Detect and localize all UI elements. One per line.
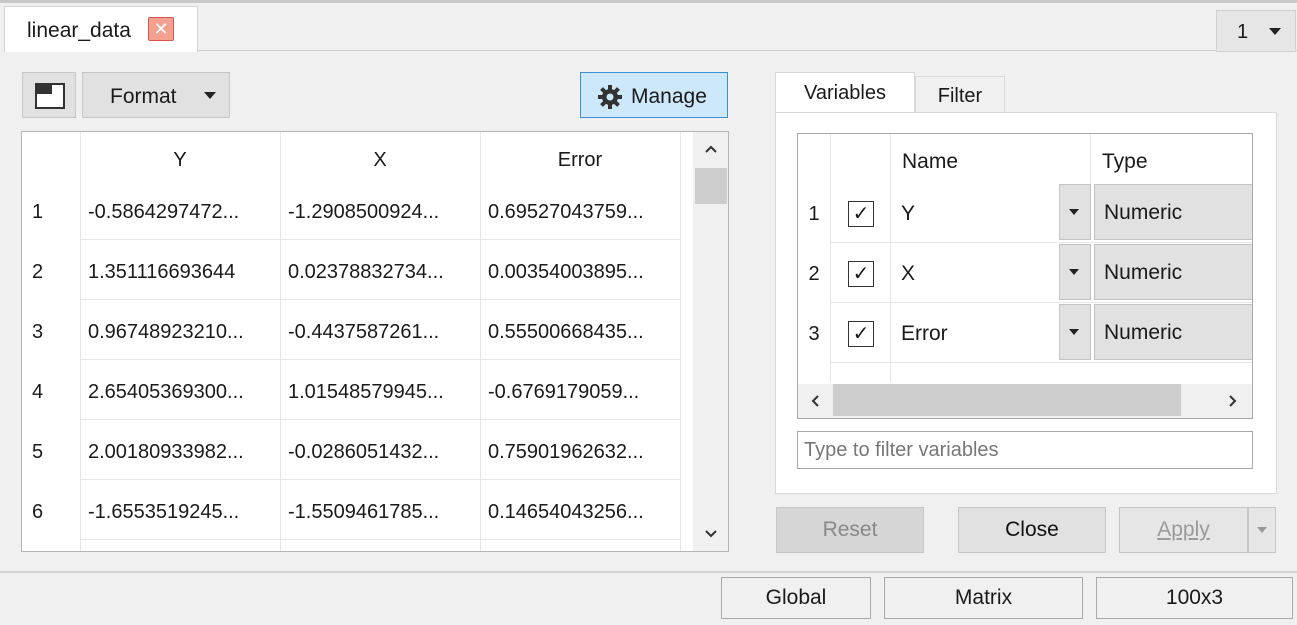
table-cell[interactable]: 0.02378832734... [281,242,480,302]
table-cell[interactable]: 0.14654043256... [481,482,680,542]
table-cell[interactable]: 1.01548579945... [281,362,480,422]
table-cell[interactable]: 2.65405369300... [81,362,280,422]
table-cell[interactable]: -1.6553519245... [81,482,280,542]
chevron-right-icon[interactable] [1228,394,1238,408]
row-number: 3 [32,321,44,343]
grid-line [890,134,891,382]
row-number: 6 [32,501,44,523]
row-number: 2 [32,261,44,283]
type-dropdown-toggle[interactable] [1059,304,1091,360]
grid-line [830,362,1252,363]
chevron-left-icon[interactable] [810,394,820,408]
tab-strip-divider [198,50,1297,51]
column-header-y[interactable]: Y [80,132,280,188]
grid-line [680,132,681,551]
apply-options-button[interactable] [1248,507,1276,553]
gear-icon [598,85,622,109]
chevron-down-icon [204,92,216,99]
chevron-down-icon [1257,527,1267,533]
variable-checkbox[interactable]: ✓ [848,321,874,347]
table-cell[interactable]: -0.5864297472... [81,182,280,242]
type-dropdown-toggle[interactable] [1059,244,1091,300]
page-select-value: 1 [1237,21,1249,43]
grid-line [830,302,1252,303]
grid-line [830,134,831,382]
chevron-down-icon [1069,269,1079,275]
page-select[interactable]: 1 [1216,10,1296,52]
row-number: 3 [808,323,820,345]
document-tab-title: linear_data [27,19,131,42]
vertical-scrollbar[interactable] [693,132,728,551]
apply-label: Apply [1157,518,1210,541]
type-select[interactable]: Numeric [1094,304,1252,360]
table-cell[interactable]: 0.75901962632... [481,422,680,482]
table-cell[interactable]: 0.55500668435... [481,302,680,362]
variable-name: X [901,262,916,285]
table-cell[interactable]: 0.69527043759... [481,182,680,242]
table-cell[interactable]: -1.2908500924... [281,182,480,242]
table-cell[interactable]: 1.351116693644 [81,242,280,302]
type-select[interactable]: Numeric [1094,244,1252,300]
row-number: 5 [32,441,44,463]
column-header-type[interactable]: Type [1102,134,1148,190]
type-select[interactable]: Numeric [1094,184,1252,240]
tab-filter[interactable]: Filter [915,76,1005,112]
column-header-name[interactable]: Name [902,134,958,190]
variable-name: Error [901,322,948,345]
variables-table[interactable]: Name Type 1 ✓ Y Numeric 2 ✓ X Numeric 3 … [797,133,1253,419]
chevron-down-icon [1069,329,1079,335]
chevron-down-icon[interactable] [704,529,718,539]
row-number: 1 [808,203,820,225]
chevron-down-icon [1069,209,1079,215]
type-dropdown-toggle[interactable] [1059,184,1091,240]
manage-label: Manage [631,85,707,108]
variable-checkbox[interactable]: ✓ [848,261,874,287]
status-scope: Global [721,577,871,619]
variable-filter-input[interactable]: Type to filter variables [797,431,1253,469]
table-cell[interactable]: 0.96748923210... [81,302,280,362]
horizontal-scrollbar[interactable] [798,384,1252,418]
reset-button[interactable]: Reset [776,507,924,553]
data-table[interactable]: Y X Error 1 -0.5864297472... -1.29085009… [21,131,729,552]
manage-button[interactable]: Manage [580,72,728,118]
variable-checkbox[interactable]: ✓ [848,201,874,227]
format-label: Format [110,85,177,108]
table-cell[interactable]: -0.6769179059... [481,362,680,422]
row-number: 4 [32,381,44,403]
status-size: 100x3 [1096,577,1293,619]
variable-name: Y [901,202,916,225]
table-cell[interactable]: 0.00354003895... [481,242,680,302]
window-icon [35,83,65,109]
close-tab-icon[interactable]: ✕ [148,17,174,41]
grid-line [1090,134,1091,190]
table-cell[interactable]: 2.00180933982... [81,422,280,482]
column-header-x[interactable]: X [280,132,480,188]
close-button[interactable]: Close [958,507,1106,553]
table-cell[interactable]: -1.5509461785... [281,482,480,542]
table-cell[interactable]: -0.4437587261... [281,302,480,362]
tab-variables[interactable]: Variables [775,72,915,114]
status-kind: Matrix [884,577,1083,619]
scrollbar-thumb[interactable] [695,168,727,204]
table-cell[interactable]: -0.0286051432... [281,422,480,482]
format-dropdown[interactable]: Format [82,72,230,118]
apply-button[interactable]: Apply [1119,507,1248,553]
scrollbar-thumb[interactable] [833,384,1181,416]
grid-line [830,242,1252,243]
row-number: 2 [808,263,820,285]
toggle-panel-button[interactable] [22,72,76,118]
document-tab[interactable]: linear_data ✕ [4,6,198,52]
chevron-down-icon [1269,28,1281,35]
row-number: 1 [32,201,44,223]
column-header-error[interactable]: Error [480,132,680,188]
chevron-up-icon[interactable] [704,144,718,154]
